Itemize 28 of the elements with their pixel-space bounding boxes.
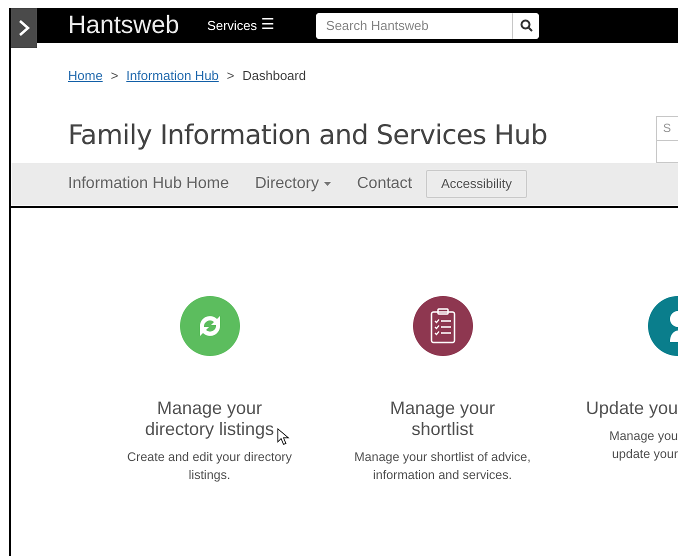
breadcrumb-separator: >	[226, 67, 234, 85]
search-icon	[520, 19, 533, 32]
nav-link[interactable]: Information Hub Home	[68, 172, 229, 196]
breadcrumb-link[interactable]: Home	[68, 66, 103, 86]
search-field[interactable]: Search Hantsweb	[316, 12, 512, 38]
nav-dropdown[interactable]: Directory	[254, 172, 331, 196]
page-title: Family Information and Services Hub	[68, 122, 548, 148]
caret-icon	[324, 182, 331, 186]
chevron-right-icon	[18, 19, 30, 37]
breadcrumb-link[interactable]: Information Hub	[126, 66, 219, 86]
accessibility-button[interactable]: Accessibility	[426, 170, 527, 198]
clipboard-checklist-icon	[430, 308, 456, 344]
side-search-field[interactable]: S	[656, 116, 678, 140]
card-description: Manage your shortlist of advice, information and services.	[354, 448, 532, 484]
sidebar-toggle-button[interactable]	[11, 8, 37, 48]
card-title[interactable]: Manage your shortlist	[358, 398, 528, 440]
breadcrumb-separator: >	[110, 67, 118, 85]
card-title[interactable]: Manage your directory listings	[124, 398, 294, 440]
nav-link[interactable]: Contact	[356, 172, 412, 196]
card-title[interactable]: Update you	[586, 398, 678, 418]
person-icon	[670, 310, 678, 342]
mouse-pointer-icon	[277, 428, 290, 446]
search-button[interactable]	[512, 12, 540, 38]
breadcrumb-current: Dashboard	[242, 67, 306, 85]
card-description: Manage you update your	[608, 428, 678, 462]
site-logo[interactable]: Hantsweb	[68, 13, 180, 38]
card-description: Create and edit your directory listings.	[126, 448, 293, 484]
services-menu-button[interactable]: Services ☰	[207, 14, 274, 37]
